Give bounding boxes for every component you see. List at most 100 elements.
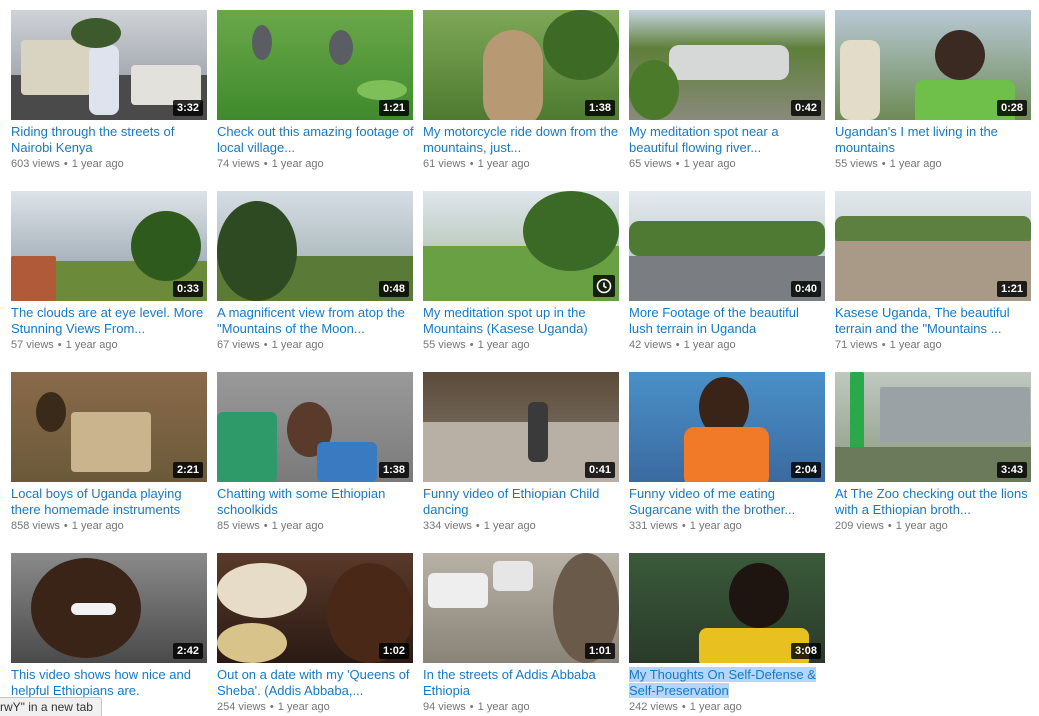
video-card[interactable]: 1:21 Kasese Uganda, The beautiful terrai… xyxy=(835,191,1032,352)
video-duration: 0:40 xyxy=(790,281,821,297)
video-thumbnail[interactable]: 1:38 xyxy=(423,10,619,120)
video-duration: 2:42 xyxy=(172,643,203,659)
video-card[interactable]: 1:38 Chatting with some Ethiopian school… xyxy=(217,372,414,533)
video-thumbnail[interactable]: 1:02 xyxy=(217,553,413,663)
video-title-link[interactable]: More Footage of the beautiful lush terra… xyxy=(629,305,826,337)
video-meta: 71 views • 1 year ago xyxy=(835,339,942,351)
video-thumbnail[interactable]: 0:33 xyxy=(11,191,207,301)
video-thumbnail[interactable]: 1:38 xyxy=(217,372,413,482)
video-title-link[interactable]: In the streets of Addis Abbaba Ethiopia xyxy=(423,667,620,699)
upload-age: 1 year ago xyxy=(477,701,530,713)
video-card[interactable]: 0:41 Funny video of Ethiopian Child danc… xyxy=(423,372,620,533)
upload-age: 1 year ago xyxy=(271,339,324,351)
video-card[interactable]: 2:21 Local boys of Uganda playing there … xyxy=(11,372,208,533)
video-title-link[interactable]: Chatting with some Ethiopian schoolkids xyxy=(217,486,414,518)
view-count: 334 views xyxy=(423,520,472,532)
video-thumbnail[interactable]: 2:04 xyxy=(629,372,825,482)
video-thumbnail[interactable]: 1:01 xyxy=(423,553,619,663)
view-count: 603 views xyxy=(11,158,60,170)
video-duration: 0:41 xyxy=(584,462,615,478)
video-card[interactable]: 0:48 A magnificent view from atop the "M… xyxy=(217,191,414,352)
video-card[interactable]: 1:21 Check out this amazing footage of l… xyxy=(217,10,414,171)
video-title-link[interactable]: Ugandan's I met living in the mountains xyxy=(835,124,1032,156)
video-title-link[interactable]: At The Zoo checking out the lions with a… xyxy=(835,486,1032,518)
video-title-link[interactable]: My motorcycle ride down from the mountai… xyxy=(423,124,620,156)
video-grid: 3:32 Riding through the streets of Nairo… xyxy=(0,0,1039,716)
video-card[interactable]: 2:04 Funny video of me eating Sugarcane … xyxy=(629,372,826,533)
video-meta: 67 views • 1 year ago xyxy=(217,339,324,351)
upload-age: 1 year ago xyxy=(71,158,124,170)
video-meta: 55 views • 1 year ago xyxy=(423,339,530,351)
video-meta: 85 views • 1 year ago xyxy=(217,520,324,532)
video-duration: 3:32 xyxy=(172,100,203,116)
video-duration: 1:21 xyxy=(996,281,1027,297)
video-card[interactable]: 0:28 Ugandan's I met living in the mount… xyxy=(835,10,1032,171)
video-meta: 858 views • 1 year ago xyxy=(11,520,124,532)
video-thumbnail[interactable]: 3:08 xyxy=(629,553,825,663)
video-meta: 74 views • 1 year ago xyxy=(217,158,324,170)
video-title-link[interactable]: Local boys of Uganda playing there homem… xyxy=(11,486,208,518)
video-title-link[interactable]: The clouds are at eye level. More Stunni… xyxy=(11,305,208,337)
video-thumbnail[interactable]: 0:28 xyxy=(835,10,1031,120)
video-thumbnail[interactable] xyxy=(423,191,619,301)
upload-age: 1 year ago xyxy=(271,158,324,170)
video-card[interactable]: 0:33 The clouds are at eye level. More S… xyxy=(11,191,208,352)
view-count: 254 views xyxy=(217,701,266,713)
video-duration: 1:38 xyxy=(584,100,615,116)
video-title-link[interactable]: Funny video of me eating Sugarcane with … xyxy=(629,486,826,518)
video-thumbnail[interactable]: 3:43 xyxy=(835,372,1031,482)
video-duration: 1:21 xyxy=(378,100,409,116)
upload-age: 1 year ago xyxy=(683,158,736,170)
video-title-link[interactable]: My meditation spot up in the Mountains (… xyxy=(423,305,620,337)
video-meta: 61 views • 1 year ago xyxy=(423,158,530,170)
clock-icon[interactable] xyxy=(593,275,615,297)
upload-age: 1 year ago xyxy=(277,701,330,713)
video-thumbnail[interactable]: 3:32 xyxy=(11,10,207,120)
video-title-link[interactable]: Kasese Uganda, The beautiful terrain and… xyxy=(835,305,1032,337)
video-card[interactable]: 0:40 More Footage of the beautiful lush … xyxy=(629,191,826,352)
upload-age: 1 year ago xyxy=(477,158,530,170)
video-meta: 42 views • 1 year ago xyxy=(629,339,736,351)
video-meta: 242 views • 1 year ago xyxy=(629,701,742,713)
video-card[interactable]: 1:01 In the streets of Addis Abbaba Ethi… xyxy=(423,553,620,714)
video-thumbnail[interactable]: 0:40 xyxy=(629,191,825,301)
video-title-link[interactable]: My Thoughts On Self-Defense & Self-Prese… xyxy=(629,667,826,699)
video-card[interactable]: 1:02 Out on a date with my 'Queens of Sh… xyxy=(217,553,414,714)
video-title-link[interactable]: A magnificent view from atop the "Mounta… xyxy=(217,305,414,337)
video-card[interactable]: 1:38 My motorcycle ride down from the mo… xyxy=(423,10,620,171)
video-thumbnail[interactable]: 2:21 xyxy=(11,372,207,482)
view-count: 242 views xyxy=(629,701,678,713)
upload-age: 1 year ago xyxy=(683,339,736,351)
video-title-link[interactable]: Funny video of Ethiopian Child dancing xyxy=(423,486,620,518)
video-meta: 209 views • 1 year ago xyxy=(835,520,948,532)
video-card[interactable]: 3:32 Riding through the streets of Nairo… xyxy=(11,10,208,171)
upload-age: 1 year ago xyxy=(689,701,742,713)
video-thumbnail[interactable]: 1:21 xyxy=(217,10,413,120)
video-card[interactable]: 3:43 At The Zoo checking out the lions w… xyxy=(835,372,1032,533)
video-duration: 2:04 xyxy=(790,462,821,478)
upload-age: 1 year ago xyxy=(65,339,118,351)
video-card[interactable]: My meditation spot up in the Mountains (… xyxy=(423,191,620,352)
video-card[interactable]: 3:08 My Thoughts On Self-Defense & Self-… xyxy=(629,553,826,714)
video-thumbnail[interactable]: 0:42 xyxy=(629,10,825,120)
video-title-link[interactable]: My meditation spot near a beautiful flow… xyxy=(629,124,826,156)
video-thumbnail[interactable]: 1:21 xyxy=(835,191,1031,301)
video-card[interactable]: 0:42 My meditation spot near a beautiful… xyxy=(629,10,826,171)
upload-age: 1 year ago xyxy=(889,158,942,170)
video-duration: 1:01 xyxy=(584,643,615,659)
selected-title-text[interactable]: My Thoughts On Self-Defense & Self-Prese… xyxy=(629,667,816,698)
video-meta: 65 views • 1 year ago xyxy=(629,158,736,170)
video-title-link[interactable]: Out on a date with my 'Queens of Sheba'.… xyxy=(217,667,414,699)
video-card[interactable]: 2:42 This video shows how nice and helpf… xyxy=(11,553,208,714)
video-duration: 2:21 xyxy=(172,462,203,478)
video-title-link[interactable]: Riding through the streets of Nairobi Ke… xyxy=(11,124,208,156)
upload-age: 1 year ago xyxy=(271,520,324,532)
video-thumbnail[interactable]: 0:41 xyxy=(423,372,619,482)
video-title-link[interactable]: Check out this amazing footage of local … xyxy=(217,124,414,156)
video-title-link[interactable]: This video shows how nice and helpful Et… xyxy=(11,667,208,699)
video-thumbnail[interactable]: 2:42 xyxy=(11,553,207,663)
video-thumbnail[interactable]: 0:48 xyxy=(217,191,413,301)
video-meta: 55 views • 1 year ago xyxy=(835,158,942,170)
video-duration: 3:08 xyxy=(790,643,821,659)
view-count: 61 views xyxy=(423,158,466,170)
